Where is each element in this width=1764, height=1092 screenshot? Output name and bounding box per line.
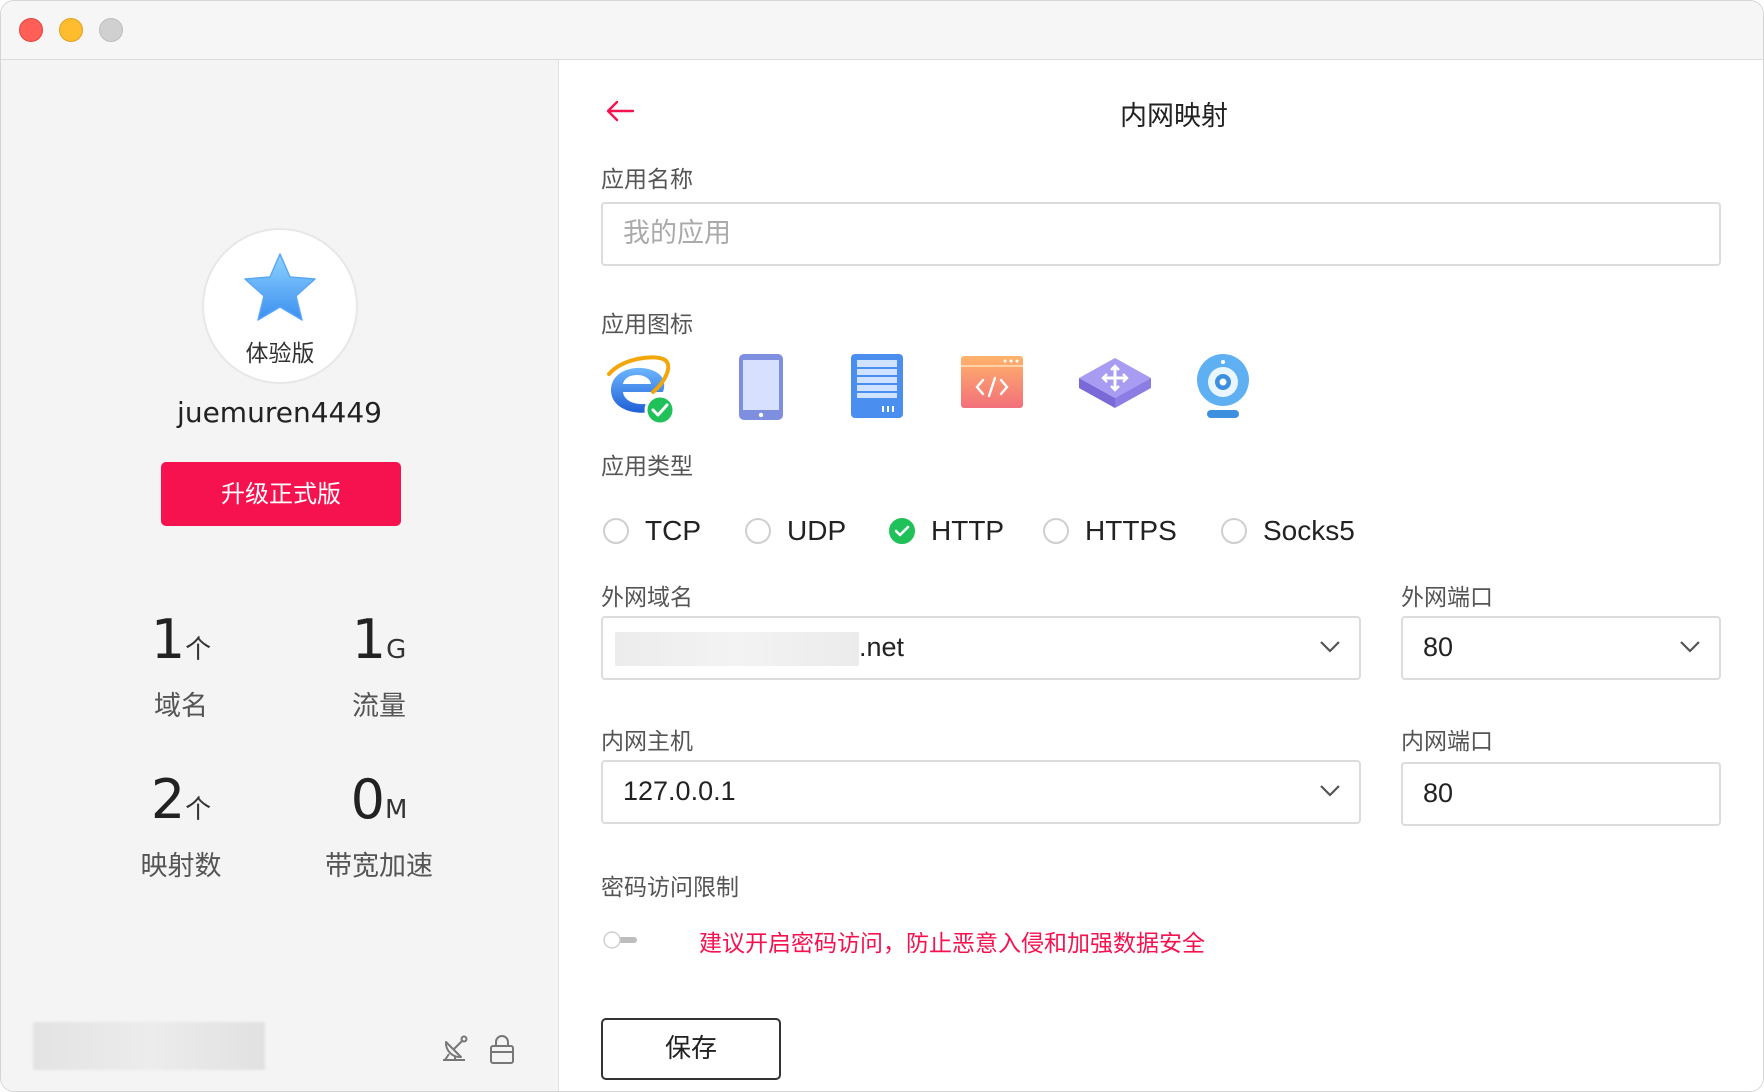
radio-label: HTTP bbox=[931, 515, 1005, 546]
radio-socks5[interactable]: Socks5 bbox=[1221, 511, 1355, 551]
radio-tcp[interactable]: TCP bbox=[603, 511, 701, 551]
stat-traffic: 1G 流量 bbox=[279, 610, 479, 723]
redacted-domain bbox=[615, 631, 859, 666]
upgrade-button[interactable]: 升级正式版 bbox=[161, 462, 401, 526]
redacted-status bbox=[33, 1022, 265, 1070]
stat-unit: 个 bbox=[185, 795, 212, 825]
edition-badge: 体验版 bbox=[245, 341, 315, 367]
tablet-icon[interactable] bbox=[737, 352, 785, 424]
webcam-icon[interactable] bbox=[1193, 352, 1253, 422]
stat-domains: 1个 域名 bbox=[81, 610, 281, 723]
ie-icon[interactable] bbox=[603, 352, 679, 426]
title-bar bbox=[1, 1, 1763, 60]
stat-label: 流量 bbox=[352, 691, 406, 722]
external-port-label: 外网端口 bbox=[1401, 585, 1493, 611]
sidebar: 体验版 juemuren4449 升级正式版 1个 域名 1G 流量 2个 映射… bbox=[1, 60, 559, 1091]
stat-label: 域名 bbox=[154, 691, 208, 722]
main-panel: 内网映射 应用名称 我的应用 应用图标 应用类型 TCP UDP HTTP HT… bbox=[559, 60, 1763, 1091]
chevron-down-icon bbox=[1320, 785, 1340, 797]
domain-select[interactable]: .net bbox=[601, 616, 1361, 680]
stat-label: 映射数 bbox=[140, 851, 222, 882]
code-window-icon[interactable] bbox=[959, 352, 1025, 412]
password-warning-text: 建议开启密码访问，防止恶意入侵和加强数据安全 bbox=[699, 931, 1205, 957]
stat-value: 0 bbox=[350, 768, 385, 831]
internal-port-label: 内网端口 bbox=[1401, 729, 1493, 755]
internal-port-input[interactable]: 80 bbox=[1401, 762, 1721, 826]
domain-label: 外网域名 bbox=[601, 585, 693, 611]
radio-label: UDP bbox=[787, 515, 847, 546]
internal-host-label: 内网主机 bbox=[601, 729, 693, 755]
app-icon-label: 应用图标 bbox=[601, 312, 693, 338]
stat-unit: 个 bbox=[185, 635, 212, 665]
username: juemuren4449 bbox=[177, 396, 382, 429]
stat-unit: G bbox=[386, 635, 407, 665]
zoom-window-button[interactable] bbox=[99, 18, 123, 42]
minimize-window-button[interactable] bbox=[59, 18, 83, 42]
satellite-icon[interactable] bbox=[437, 1032, 471, 1066]
stat-bandwidth: 0M 带宽加速 bbox=[279, 770, 479, 883]
internal-host-select[interactable]: 127.0.0.1 bbox=[601, 760, 1361, 824]
radio-label: TCP bbox=[645, 515, 701, 546]
page-title: 内网映射 bbox=[1120, 101, 1228, 132]
stat-label: 带宽加速 bbox=[325, 851, 433, 882]
password-toggle[interactable] bbox=[603, 930, 639, 950]
server-icon[interactable] bbox=[849, 352, 905, 422]
stat-value: 1 bbox=[351, 608, 387, 671]
password-limit-label: 密码访问限制 bbox=[601, 875, 739, 901]
radio-label: Socks5 bbox=[1263, 515, 1355, 546]
radio-http[interactable]: HTTP bbox=[889, 511, 1004, 551]
domain-suffix: .net bbox=[859, 632, 905, 662]
check-icon bbox=[894, 525, 910, 537]
radio-circle-checked[interactable] bbox=[889, 518, 915, 544]
app-name-label: 应用名称 bbox=[601, 167, 693, 193]
internal-host-value: 127.0.0.1 bbox=[623, 776, 736, 806]
app-window: 体验版 juemuren4449 升级正式版 1个 域名 1G 流量 2个 映射… bbox=[0, 0, 1764, 1092]
radio-udp[interactable]: UDP bbox=[745, 511, 846, 551]
stat-unit: M bbox=[384, 795, 408, 825]
radio-circle[interactable] bbox=[745, 518, 771, 544]
radio-circle[interactable] bbox=[1221, 518, 1247, 544]
lock-icon[interactable] bbox=[485, 1032, 519, 1066]
stat-value: 2 bbox=[150, 768, 186, 831]
close-window-button[interactable] bbox=[19, 18, 43, 42]
external-port-select[interactable]: 80 bbox=[1401, 616, 1721, 680]
save-button[interactable]: 保存 bbox=[601, 1018, 781, 1080]
radio-https[interactable]: HTTPS bbox=[1043, 511, 1177, 551]
radio-circle[interactable] bbox=[603, 518, 629, 544]
app-name-input[interactable]: 我的应用 bbox=[601, 202, 1721, 266]
chevron-down-icon bbox=[1320, 641, 1340, 653]
radio-circle[interactable] bbox=[1043, 518, 1069, 544]
stat-mappings: 2个 映射数 bbox=[81, 770, 281, 883]
stat-value: 1 bbox=[150, 608, 186, 671]
avatar: 体验版 bbox=[202, 228, 358, 384]
chevron-down-icon bbox=[1680, 641, 1700, 653]
external-port-value: 80 bbox=[1423, 632, 1454, 662]
router-icon[interactable] bbox=[1075, 352, 1155, 418]
star-icon bbox=[244, 253, 316, 321]
radio-label: HTTPS bbox=[1085, 515, 1177, 546]
app-type-label: 应用类型 bbox=[601, 454, 693, 480]
